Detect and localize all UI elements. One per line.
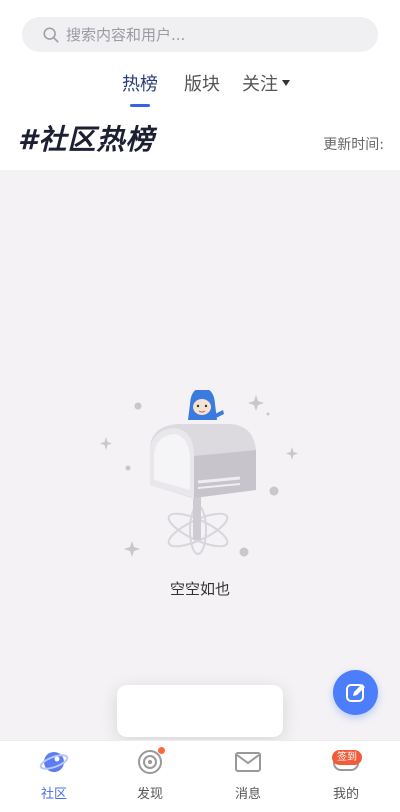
search-placeholder: 搜索内容和用户... <box>66 26 186 44</box>
search-icon <box>43 26 59 43</box>
edit-icon <box>345 683 365 702</box>
top-tabs: 热榜 版块 关注 <box>0 66 400 110</box>
tab-indicator <box>130 104 150 107</box>
search-input[interactable]: 搜索内容和用户... <box>22 17 378 52</box>
tabbar-item-discover[interactable]: 发现 <box>110 747 190 802</box>
tabbar-item-messages[interactable]: 消息 <box>208 747 288 802</box>
tab-hot[interactable]: 热榜 <box>122 70 158 96</box>
tabbar-label: 社区 <box>40 787 67 802</box>
planet-icon <box>39 752 69 772</box>
empty-mailbox-illustration <box>100 390 298 557</box>
update-time: 更新时间: <box>323 137 384 153</box>
tab-follow[interactable]: 关注 <box>242 70 290 96</box>
search-bar[interactable]: 搜索内容和用户... <box>22 17 378 52</box>
tab-follow-label: 关注 <box>242 74 278 95</box>
checkin-badge[interactable]: 签到 <box>332 750 362 765</box>
bottom-tab-bar: 社区 发现 消息 签到 我的 <box>0 740 400 812</box>
empty-state-text: 空空如也 <box>169 580 230 598</box>
floating-card <box>117 685 283 737</box>
caret-down-icon <box>282 80 290 86</box>
tabbar-label: 发现 <box>136 787 163 802</box>
mail-icon <box>235 752 261 772</box>
discover-badge-dot <box>158 747 165 754</box>
section-title: #社区热榜 <box>18 123 155 156</box>
tabbar-item-me[interactable]: 签到 我的 <box>306 747 386 802</box>
tabbar-label: 消息 <box>234 787 261 802</box>
tabbar-label: 我的 <box>332 787 359 802</box>
tab-boards[interactable]: 版块 <box>184 70 220 96</box>
tabbar-item-community[interactable]: 社区 <box>14 747 94 802</box>
compose-button[interactable] <box>333 670 378 715</box>
